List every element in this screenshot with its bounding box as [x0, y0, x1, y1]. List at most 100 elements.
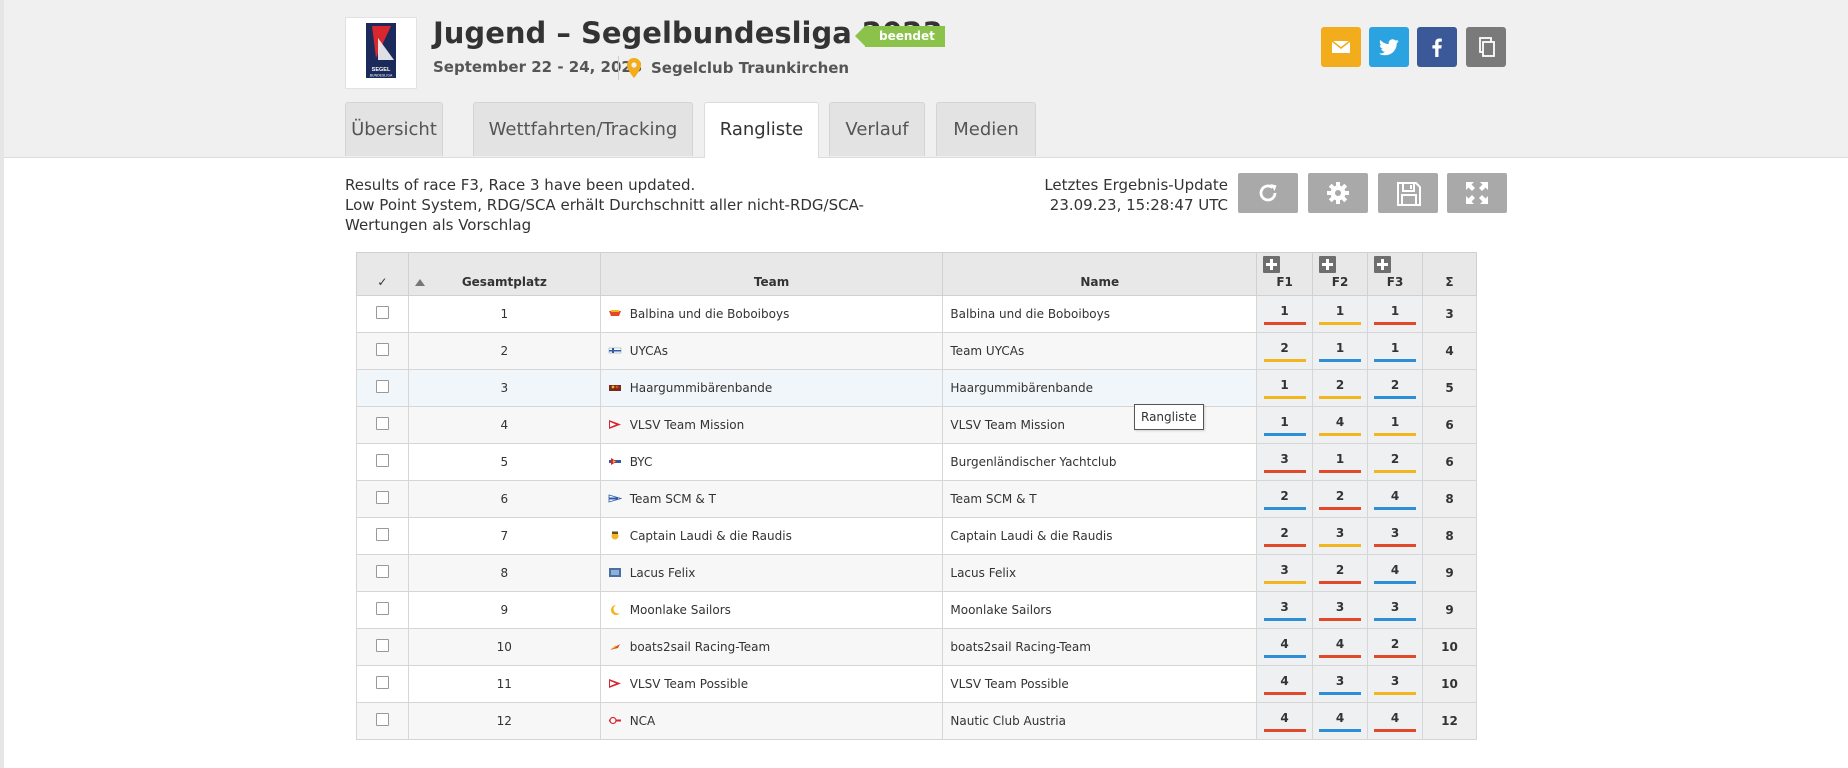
race-f1-cell[interactable]: 2: [1256, 480, 1314, 518]
table-row[interactable]: 9 Moonlake Sailors Moonlake Sailors 3 3 …: [356, 591, 1477, 629]
race-f3-cell[interactable]: 4: [1367, 702, 1424, 740]
race-f3-cell[interactable]: 3: [1367, 517, 1424, 555]
row-select-cell[interactable]: [356, 702, 409, 740]
row-checkbox[interactable]: [375, 306, 389, 319]
race-f1-cell[interactable]: 1: [1256, 295, 1314, 333]
team-cell[interactable]: BYC: [599, 443, 944, 481]
refresh-button[interactable]: [1238, 173, 1298, 213]
row-checkbox[interactable]: [375, 713, 389, 726]
row-select-cell[interactable]: [356, 406, 409, 444]
race-f1-cell[interactable]: 4: [1256, 665, 1314, 703]
race-f2-cell[interactable]: 1: [1312, 295, 1369, 333]
race-f2-cell[interactable]: 1: [1312, 443, 1369, 481]
race-f2-cell[interactable]: 4: [1312, 702, 1369, 740]
team-cell[interactable]: Moonlake Sailors: [599, 591, 944, 629]
row-select-cell[interactable]: [356, 665, 409, 703]
race-f1-cell[interactable]: 3: [1256, 591, 1314, 629]
race-f2-cell[interactable]: 1: [1312, 332, 1369, 370]
column-header-f1[interactable]: F1: [1256, 252, 1314, 296]
column-header-sum[interactable]: Σ: [1422, 252, 1477, 296]
race-f1-cell[interactable]: 1: [1256, 369, 1314, 407]
race-f2-cell[interactable]: 2: [1312, 480, 1369, 518]
column-header-rank[interactable]: Gesamtplatz: [407, 252, 601, 296]
share-email-button[interactable]: [1321, 27, 1361, 67]
column-header-team[interactable]: Team: [599, 252, 944, 296]
race-f2-cell[interactable]: 2: [1312, 554, 1369, 592]
expand-f3-icon[interactable]: [1374, 256, 1392, 273]
row-select-cell[interactable]: [356, 295, 409, 333]
share-twitter-button[interactable]: [1369, 27, 1409, 67]
table-row[interactable]: 6 Team SCM & T Team SCM & T 2 2 4 8: [356, 480, 1477, 518]
tab-rangliste[interactable]: Rangliste: [704, 102, 819, 158]
team-cell[interactable]: Lacus Felix: [599, 554, 944, 592]
race-f1-cell[interactable]: 2: [1256, 517, 1314, 555]
race-f3-cell[interactable]: 1: [1367, 332, 1424, 370]
share-facebook-button[interactable]: [1417, 27, 1457, 67]
team-cell[interactable]: Captain Laudi & die Raudis: [599, 517, 944, 555]
table-row[interactable]: 11 VLSV Team Possible VLSV Team Possible…: [356, 665, 1477, 703]
race-f2-cell[interactable]: 2: [1312, 369, 1369, 407]
row-select-cell[interactable]: [356, 517, 409, 555]
row-checkbox[interactable]: [375, 417, 389, 430]
event-venue[interactable]: Segelclub Traunkirchen: [651, 59, 849, 77]
race-f3-cell[interactable]: 3: [1367, 665, 1424, 703]
race-f3-cell[interactable]: 2: [1367, 369, 1424, 407]
row-checkbox[interactable]: [375, 565, 389, 578]
row-select-cell[interactable]: [356, 591, 409, 629]
race-f1-cell[interactable]: 2: [1256, 332, 1314, 370]
table-row[interactable]: 12 NCA Nautic Club Austria 4 4 4 12: [356, 702, 1477, 740]
table-row[interactable]: 8 Lacus Felix Lacus Felix 3 2 4 9: [356, 554, 1477, 592]
settings-button[interactable]: [1308, 173, 1368, 213]
row-checkbox[interactable]: [375, 491, 389, 504]
row-select-cell[interactable]: [356, 332, 409, 370]
select-all-header[interactable]: ✓: [356, 252, 409, 296]
team-cell[interactable]: NCA: [599, 702, 944, 740]
expand-f2-icon[interactable]: [1319, 256, 1337, 273]
tab-verlauf[interactable]: Verlauf: [829, 102, 925, 156]
race-f3-cell[interactable]: 3: [1367, 591, 1424, 629]
fullscreen-button[interactable]: [1447, 173, 1507, 213]
race-f2-cell[interactable]: 3: [1312, 591, 1369, 629]
race-f1-cell[interactable]: 4: [1256, 628, 1314, 666]
tab-wettfahrten-tracking[interactable]: Wettfahrten/Tracking: [473, 102, 693, 156]
row-checkbox[interactable]: [375, 528, 389, 541]
column-header-name[interactable]: Name: [942, 252, 1258, 296]
copy-link-button[interactable]: [1466, 27, 1506, 67]
team-cell[interactable]: Haargummibärenbande: [599, 369, 944, 407]
row-select-cell[interactable]: [356, 554, 409, 592]
row-checkbox[interactable]: [375, 343, 389, 356]
table-row[interactable]: 2 UYCAs Team UYCAs 2 1 1 4: [356, 332, 1477, 370]
race-f3-cell[interactable]: 4: [1367, 554, 1424, 592]
row-select-cell[interactable]: [356, 628, 409, 666]
column-header-f2[interactable]: F2: [1312, 252, 1369, 296]
row-checkbox[interactable]: [375, 380, 389, 393]
row-checkbox[interactable]: [375, 639, 389, 652]
team-cell[interactable]: boats2sail Racing-Team: [599, 628, 944, 666]
table-row[interactable]: 3 Haargummibärenbande Haargummibärenband…: [356, 369, 1477, 407]
race-f2-cell[interactable]: 4: [1312, 406, 1369, 444]
table-row[interactable]: 4 VLSV Team Mission VLSV Team Mission 1 …: [356, 406, 1477, 444]
team-cell[interactable]: UYCAs: [599, 332, 944, 370]
team-cell[interactable]: VLSV Team Mission: [599, 406, 944, 444]
row-checkbox[interactable]: [375, 676, 389, 689]
race-f1-cell[interactable]: 1: [1256, 406, 1314, 444]
row-checkbox[interactable]: [375, 454, 389, 467]
tab-medien[interactable]: Medien: [936, 102, 1036, 156]
table-row[interactable]: 5 BYC Burgenländischer Yachtclub 3 1 2 6: [356, 443, 1477, 481]
row-select-cell[interactable]: [356, 480, 409, 518]
tab-uebersicht[interactable]: Übersicht: [345, 102, 443, 156]
race-f2-cell[interactable]: 3: [1312, 665, 1369, 703]
table-row[interactable]: 10 boats2sail Racing-Team boats2sail Rac…: [356, 628, 1477, 666]
save-button[interactable]: [1378, 173, 1438, 213]
race-f3-cell[interactable]: 2: [1367, 443, 1424, 481]
expand-f1-icon[interactable]: [1263, 256, 1281, 273]
row-checkbox[interactable]: [375, 602, 389, 615]
race-f2-cell[interactable]: 3: [1312, 517, 1369, 555]
team-cell[interactable]: Team SCM & T: [599, 480, 944, 518]
table-row[interactable]: 1 Balbina und die Boboiboys Balbina und …: [356, 295, 1477, 333]
race-f3-cell[interactable]: 4: [1367, 480, 1424, 518]
race-f1-cell[interactable]: 4: [1256, 702, 1314, 740]
race-f3-cell[interactable]: 1: [1367, 406, 1424, 444]
column-header-f3[interactable]: F3: [1367, 252, 1424, 296]
race-f2-cell[interactable]: 4: [1312, 628, 1369, 666]
